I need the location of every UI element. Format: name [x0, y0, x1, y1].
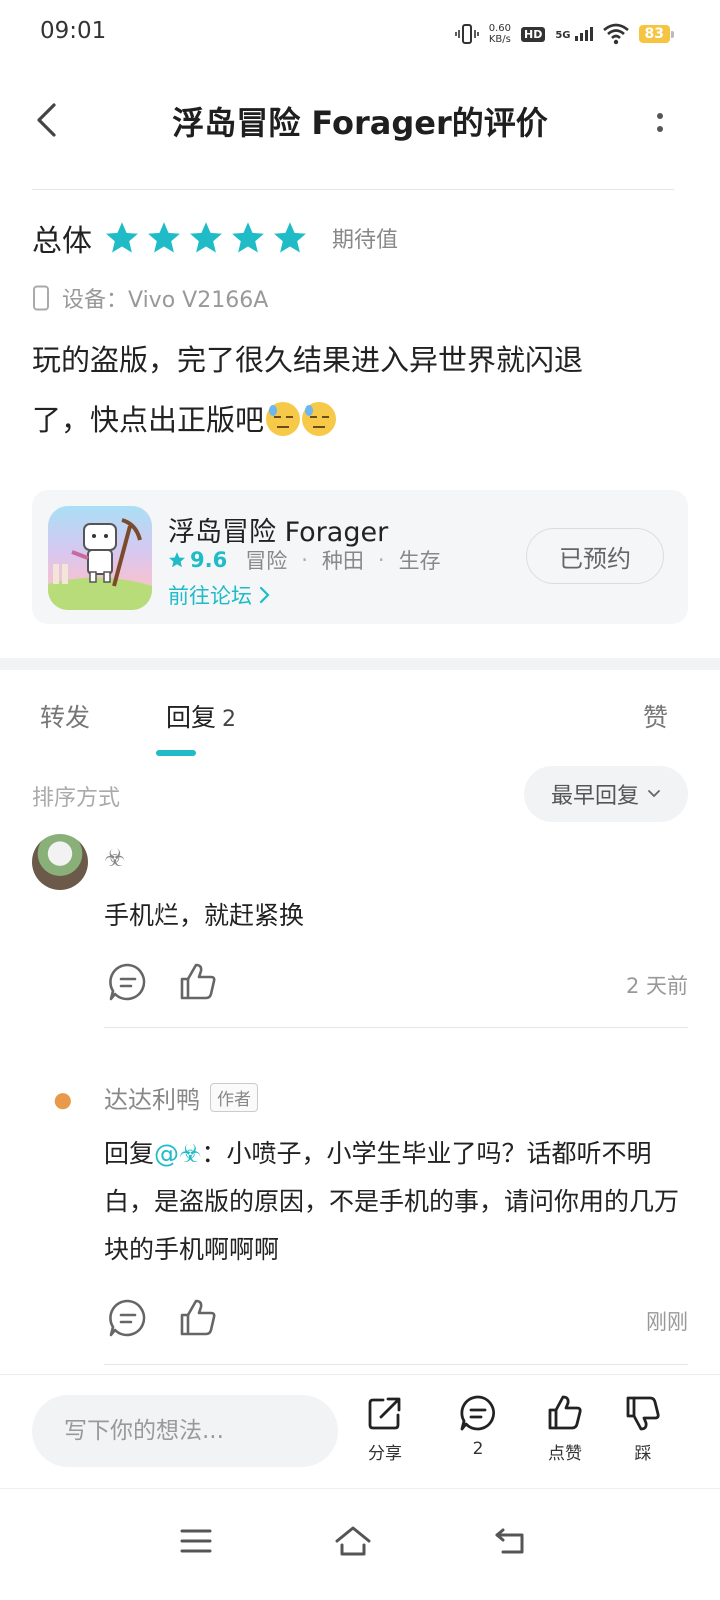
review-line-1: 玩的盗版，完了很久结果进入异世界就闪退 — [32, 343, 584, 377]
home-icon — [335, 1526, 371, 1556]
comment-text: 回复@☣：小喷子，小学生毕业了吗？话都听不明白，是盗版的原因，不是手机的事，请问… — [104, 1139, 680, 1264]
comment-actions: 2 天前 — [104, 960, 688, 1008]
bottom-action-bar: 分享 2 点赞 踩 — [0, 1374, 720, 1486]
comment-time: 刚刚 — [646, 1310, 688, 1334]
dislike-button[interactable]: 踩 — [608, 1393, 678, 1464]
battery-indicator: 83 — [638, 25, 675, 43]
star-icon — [169, 552, 185, 568]
game-tag: 生存 — [398, 549, 441, 573]
tab-bar: 转发 回复 2 赞 — [0, 680, 720, 760]
sort-row: 排序方式 最早回复 — [32, 766, 688, 822]
like-button[interactable]: 点赞 — [530, 1393, 600, 1464]
comment-icon[interactable] — [106, 960, 150, 1004]
comment-icon — [460, 1395, 495, 1431]
reply-count: 2 — [222, 707, 237, 732]
thumbs-down-icon — [626, 1396, 660, 1431]
comment-text: 手机烂，就赶紧换 — [104, 901, 305, 930]
wifi-icon — [602, 23, 629, 45]
sort-select[interactable]: 最早回复 — [524, 766, 688, 822]
sort-label: 排序方式 — [32, 786, 121, 811]
tab-forward[interactable]: 转发 — [40, 698, 90, 734]
game-meta: 9.6 冒险 · 种田 · 生存 — [168, 545, 441, 575]
avatar[interactable] — [32, 834, 88, 890]
review-line-2: 了，快点出正版吧 — [32, 390, 682, 450]
status-icons: 0.60 KB/s HD 5G 83 — [454, 20, 675, 48]
hd-badge: HD — [521, 26, 546, 42]
commenter-name[interactable]: ☣ — [104, 844, 126, 872]
status-time: 09:01 — [40, 18, 107, 44]
game-score: 9.6 — [190, 548, 228, 572]
comment-icon[interactable] — [106, 1296, 150, 1340]
section-separator — [0, 658, 720, 670]
device-label: 设备：Vivo V2166A — [62, 288, 269, 313]
forager-character-icon — [48, 518, 152, 610]
expectation-label: 期待值 — [332, 228, 399, 253]
share-icon — [368, 1397, 401, 1430]
comment-input[interactable] — [32, 1395, 338, 1467]
system-nav-bar — [0, 1488, 720, 1600]
tab-active-indicator — [156, 750, 196, 756]
downcast-sweat-emoji-icon — [266, 402, 301, 436]
share-button[interactable]: 分享 — [350, 1393, 420, 1464]
tag-separator: · — [301, 548, 308, 572]
star-icon — [232, 222, 264, 253]
tag-separator: · — [377, 548, 385, 572]
net-speed: 0.60 KB/s — [488, 23, 511, 45]
game-name: 浮岛冒险 Forager — [168, 517, 389, 548]
more-dot-icon — [657, 125, 663, 132]
thumbs-up-icon[interactable] — [176, 1296, 220, 1340]
game-tag: 种田 — [321, 549, 364, 573]
chevron-down-icon — [648, 790, 660, 798]
more-dot-icon — [657, 112, 663, 119]
thumbs-up-icon[interactable] — [176, 960, 220, 1004]
device-row: 设备：Vivo V2166A — [32, 282, 268, 314]
nav-back-button[interactable] — [486, 1521, 536, 1561]
comment-divider — [104, 1364, 688, 1365]
header: 浮岛冒险 Forager的评价 — [0, 80, 720, 160]
overall-label: 总体 — [32, 224, 92, 259]
tab-reply[interactable]: 回复 2 — [166, 698, 236, 734]
back-arrow-icon — [495, 1528, 524, 1554]
rating-row: 总体 期待值 — [32, 214, 398, 262]
forum-link[interactable]: 前往论坛 — [168, 580, 270, 610]
game-app-icon — [48, 506, 152, 610]
reserved-button[interactable]: 已预约 — [526, 528, 664, 584]
mention-link[interactable]: @☣ — [154, 1139, 201, 1168]
game-card[interactable]: 浮岛冒险 Forager 9.6 冒险 · 种田 · 生存 前往论坛 已预约 — [32, 490, 688, 624]
comments-button[interactable]: 2 — [443, 1393, 513, 1459]
menu-icon — [180, 1529, 212, 1553]
game-tag: 冒险 — [245, 549, 288, 573]
star-icon — [274, 222, 306, 253]
review-text: 玩的盗版，完了很久结果进入异世界就闪退 了，快点出正版吧 — [32, 330, 682, 450]
author-badge: 作者 — [210, 1083, 258, 1112]
phone-icon — [33, 285, 49, 311]
status-bar: 09:01 0.60 KB/s HD 5G 83 — [0, 0, 720, 68]
chevron-right-icon — [259, 586, 270, 604]
downcast-sweat-emoji-icon — [302, 402, 337, 436]
comment-time: 2 天前 — [625, 974, 688, 998]
more-options-button[interactable] — [650, 102, 670, 142]
nav-menu-button[interactable] — [171, 1521, 221, 1561]
tab-like[interactable]: 赞 — [643, 698, 668, 734]
star-icon — [190, 222, 222, 253]
signal-icon: 5G — [555, 27, 593, 41]
avatar[interactable] — [32, 1076, 88, 1132]
thumbs-up-icon — [548, 1395, 582, 1430]
page-title: 浮岛冒险 Forager的评价 — [172, 104, 548, 142]
star-icon — [106, 222, 138, 253]
rating-stars — [104, 220, 308, 256]
comment-actions: 刚刚 — [104, 1296, 688, 1344]
nav-home-button[interactable] — [328, 1521, 378, 1561]
vibrate-icon — [454, 24, 479, 44]
comment-divider — [104, 1027, 688, 1028]
commenter-name[interactable]: 达达利鸭 作者 — [104, 1080, 258, 1115]
star-icon — [148, 222, 180, 253]
header-divider — [32, 189, 674, 190]
